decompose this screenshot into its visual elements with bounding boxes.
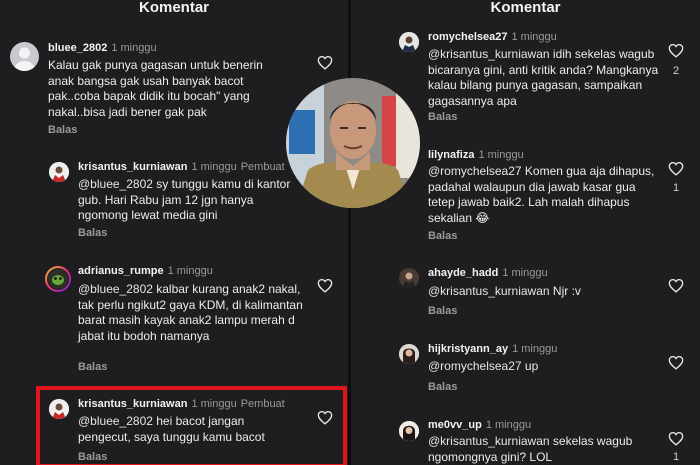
username[interactable]: ahayde_hadd [428,267,498,279]
heart-icon[interactable] [668,355,684,370]
comment-text: @krisantus_kurniawan sekelas wagub ngomo… [428,434,660,465]
comment-meta: krisantus_kurniawan 1 minggu Pembuat [78,161,285,173]
reply-button[interactable]: Balas [428,111,457,123]
avatar[interactable] [399,268,419,288]
comment-meta: hijkristyann_ay 1 minggu [428,343,557,355]
heart-icon[interactable] [317,278,333,293]
comment-meta: lilynafiza 1 minggu [428,149,524,161]
heart-icon[interactable] [668,431,684,446]
timestamp: 1 minggu [502,267,548,279]
comment-meta: me0vv_up 1 minggu [428,419,531,431]
panel-title: Komentar [490,0,561,16]
author-badge: Pembuat [240,161,285,173]
reply-button[interactable]: Balas [48,124,77,136]
heart-icon[interactable] [668,278,684,293]
comment-meta: romychelsea27 1 minggu [428,31,557,43]
timestamp: 1 minggu [167,265,213,277]
like-count: 1 [672,451,680,463]
comment-message: up [521,359,539,373]
comment-text: @bluee_2802 kalbar kurang anak2 nakal, t… [78,282,303,344]
comment-text: @krisantus_kurniawan idih sekelas wagub … [428,47,660,109]
username[interactable]: bluee_2802 [48,42,107,54]
comment-text: @krisantus_kurniawan Njr :v [428,284,660,300]
comment-meta: ahayde_hadd 1 minggu [428,267,548,279]
comment-text: @romychelsea27 up [428,359,660,375]
reply-button[interactable]: Balas [428,381,457,393]
mention-link[interactable]: @bluee_2802 [78,282,153,296]
username[interactable]: krisantus_kurniawan [78,161,187,173]
mention-link[interactable]: @bluee_2802 [78,177,153,191]
reply-button[interactable]: Balas [428,230,457,242]
highlight-frame [36,386,347,465]
avatar[interactable] [399,421,419,441]
reply-button[interactable]: Balas [78,361,107,373]
mention-link[interactable]: @krisantus_kurniawan [428,284,550,298]
like-count: 1 [672,182,680,194]
comment-meta: adrianus_rumpe 1 minggu [78,265,213,277]
mention-link[interactable]: @krisantus_kurniawan [428,434,550,448]
mention-link[interactable]: @romychelsea27 [428,164,522,178]
timestamp: 1 minggu [485,419,532,431]
avatar[interactable] [49,162,69,182]
avatar[interactable] [399,344,419,364]
timestamp: 1 minggu [512,343,558,355]
like-count: 2 [672,65,680,77]
right-comments-panel: Komentar romychelsea27 1 minggu @krisantu… [351,0,700,465]
avatar[interactable] [10,42,39,71]
portrait-photo [286,78,420,208]
comment-text: @romychelsea27 Komen gua aja dihapus, pa… [428,164,660,226]
timestamp: 1 minggu [478,149,524,161]
mention-link[interactable]: @romychelsea27 [428,359,522,373]
mention-link[interactable]: @krisantus_kurniawan [428,47,550,61]
comment-message: Njr :v [549,284,581,298]
avatar[interactable] [45,266,71,292]
avatar[interactable] [399,32,419,52]
comment-text: Kalau gak punya gagasan untuk benerin an… [48,58,263,119]
username[interactable]: romychelsea27 [428,31,508,43]
heart-icon[interactable] [317,55,333,70]
username[interactable]: hijkristyann_ay [428,343,508,355]
timestamp: 1 minggu [511,31,557,43]
timestamp: 1 minggu [191,161,237,173]
username[interactable]: me0vv_up [428,419,482,431]
username[interactable]: adrianus_rumpe [78,265,164,277]
panel-title: Komentar [138,0,209,16]
heart-icon[interactable] [668,43,684,58]
comment-meta: bluee_2802 1 minggu [48,42,157,54]
heart-icon[interactable] [668,161,684,176]
comment-text: @bluee_2802 sy tunggu kamu di kantor gub… [78,177,303,224]
timestamp: 1 minggu [111,42,157,54]
username[interactable]: lilynafiza [428,149,474,161]
reply-button[interactable]: Balas [78,227,107,239]
reply-button[interactable]: Balas [428,305,457,317]
